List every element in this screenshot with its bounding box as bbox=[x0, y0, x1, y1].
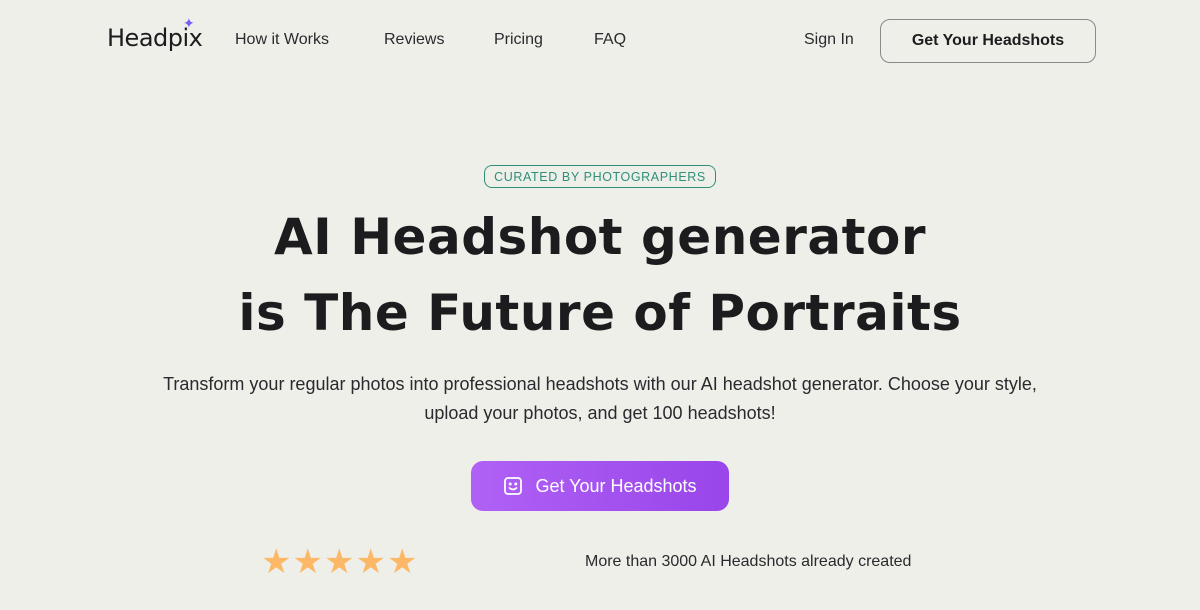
star-icon: ★ bbox=[355, 543, 386, 581]
rating-stars: ★ ★ ★ ★ ★ bbox=[261, 545, 417, 579]
hero-cta-label: Get Your Headshots bbox=[535, 475, 697, 496]
nav-link-pricing[interactable]: Pricing bbox=[494, 31, 543, 49]
smiley-face-icon bbox=[504, 477, 523, 495]
hero-subtitle-line-1: Transform your regular photos into profe… bbox=[163, 374, 1037, 394]
hero-title-line-2: is The Future of Portraits bbox=[238, 284, 962, 342]
sign-in-link[interactable]: Sign In bbox=[804, 31, 854, 49]
social-proof-text: More than 3000 AI Headshots already crea… bbox=[585, 553, 912, 570]
hero-title-line-1: AI Headshot generator bbox=[273, 208, 927, 266]
hero-subtitle-line-2: upload your photos, and get 100 headshot… bbox=[424, 403, 776, 423]
get-headshots-hero-button[interactable]: Get Your Headshots bbox=[471, 461, 729, 511]
star-icon: ★ bbox=[323, 543, 355, 581]
top-navigation: Headpix ✦ How it Works Reviews Pricing F… bbox=[0, 0, 1200, 82]
star-icon: ★ bbox=[292, 543, 323, 581]
star-icon: ★ bbox=[261, 543, 292, 581]
curated-badge: CURATED BY PHOTOGRAPHERS bbox=[484, 165, 716, 188]
sparkle-icon: ✦ bbox=[183, 15, 195, 31]
nav-link-faq[interactable]: FAQ bbox=[594, 31, 626, 49]
star-icon: ★ bbox=[386, 543, 418, 581]
hero-subtitle: Transform your regular photos into profe… bbox=[0, 370, 1200, 428]
nav-link-how-it-works[interactable]: How it Works bbox=[235, 31, 329, 49]
nav-link-reviews[interactable]: Reviews bbox=[384, 31, 444, 49]
get-headshots-nav-button[interactable]: Get Your Headshots bbox=[880, 19, 1096, 63]
